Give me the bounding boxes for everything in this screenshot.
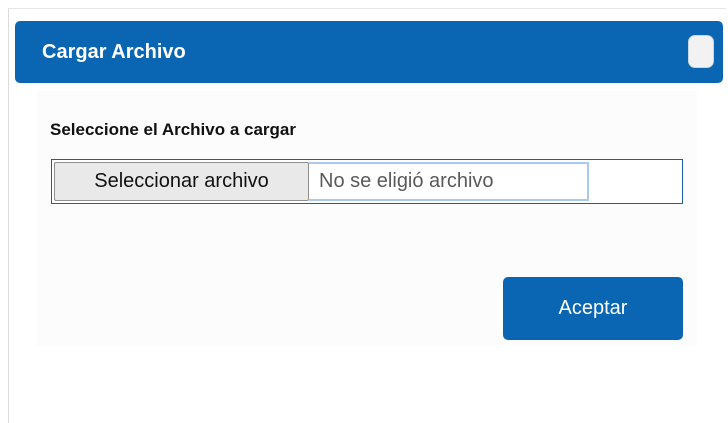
- title-toggle-icon[interactable]: [688, 35, 714, 68]
- upload-dialog: Cargar Archivo Seleccione el Archivo a c…: [8, 8, 726, 423]
- file-status-box[interactable]: No se eligió archivo: [309, 162, 589, 201]
- file-status-text: No se eligió archivo: [319, 170, 494, 192]
- accept-button[interactable]: Aceptar: [503, 277, 683, 340]
- dialog-titlebar: Cargar Archivo: [15, 21, 723, 83]
- dialog-title: Cargar Archivo: [42, 41, 186, 63]
- file-field-label: Seleccione el Archivo a cargar: [50, 120, 296, 139]
- file-input[interactable]: Seleccionar archivo No se eligió archivo: [51, 159, 683, 204]
- select-file-button[interactable]: Seleccionar archivo: [54, 162, 309, 201]
